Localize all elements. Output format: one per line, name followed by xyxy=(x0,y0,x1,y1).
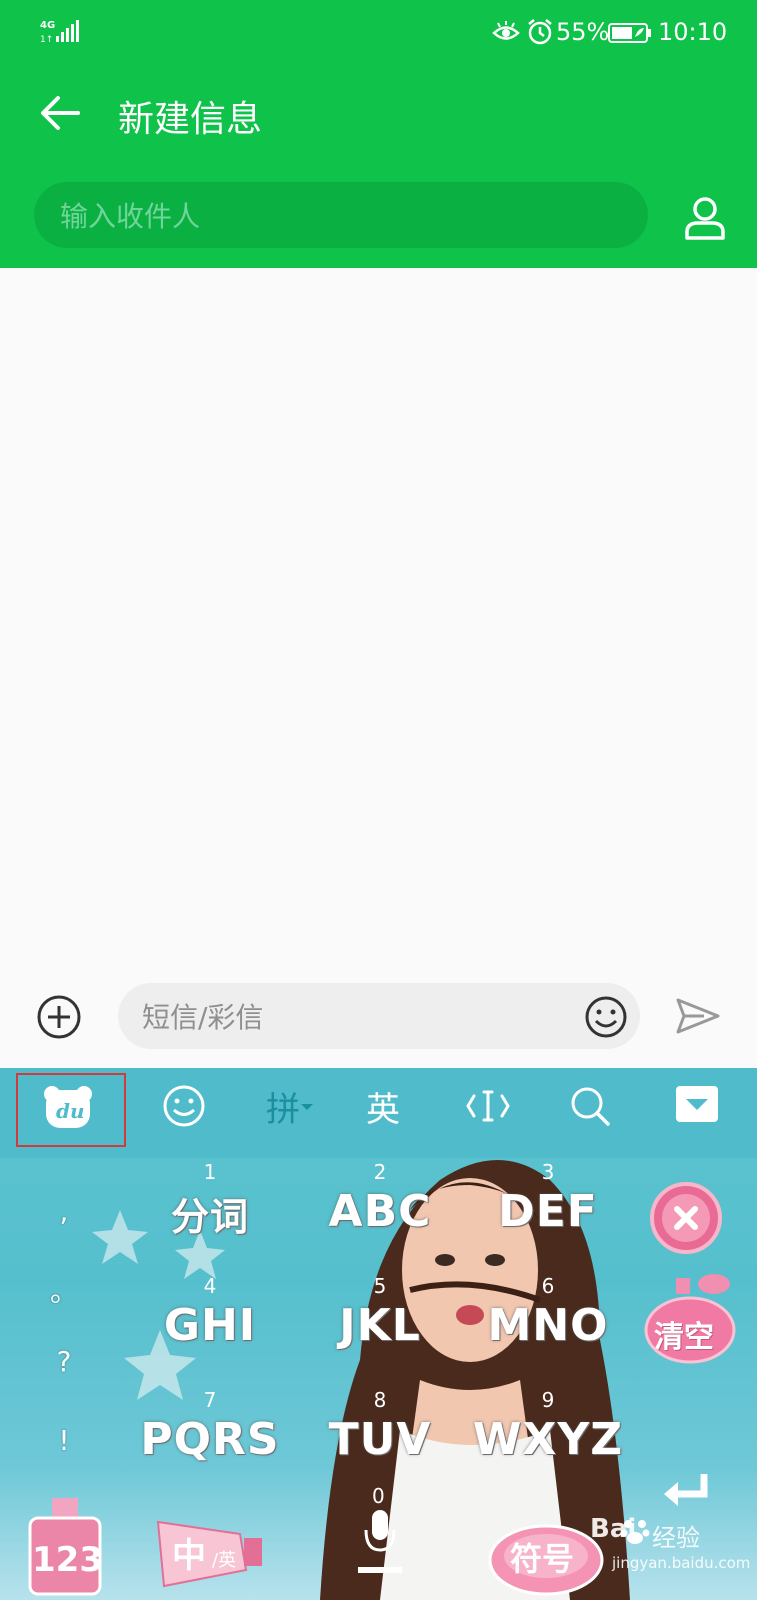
key-label: JKL xyxy=(339,1300,421,1351)
numbers-label: 123 xyxy=(32,1540,103,1580)
punct-question[interactable]: ? xyxy=(44,1345,84,1378)
baidu-watermark: Bai 经验 jingyan.baidu.com xyxy=(590,1510,750,1590)
numbers-key[interactable]: 123 xyxy=(24,1496,106,1596)
key-6[interactable]: 6 MNO xyxy=(478,1274,618,1374)
key-number: 3 xyxy=(541,1160,555,1184)
message-input[interactable]: 短信/彩信 xyxy=(118,983,640,1049)
space-key[interactable]: 0 xyxy=(330,1484,430,1594)
key-4[interactable]: 4 GHI xyxy=(140,1274,280,1374)
key-label: MNO xyxy=(487,1300,609,1351)
emoji-icon[interactable] xyxy=(584,995,628,1039)
english-label: 英 xyxy=(366,1090,400,1130)
key-label: GHI xyxy=(163,1300,257,1351)
key-number: 2 xyxy=(373,1160,387,1184)
key-number: 8 xyxy=(373,1388,387,1412)
punct-comma[interactable]: , xyxy=(44,1195,84,1228)
recipient-placeholder: 输入收件人 xyxy=(60,200,201,233)
watermark-brand: Bai xyxy=(590,1514,637,1544)
status-bar: 4G 1↑ 55% 10:10 xyxy=(0,0,757,64)
contact-icon[interactable] xyxy=(684,196,726,240)
delete-button[interactable] xyxy=(648,1180,724,1256)
pinyin-label: 拼 xyxy=(266,1090,300,1130)
clear-label: 清空 xyxy=(654,1320,714,1355)
emoji-toolbar-icon[interactable] xyxy=(160,1082,208,1130)
page-title: 新建信息 xyxy=(118,99,263,140)
battery-icon xyxy=(608,22,652,44)
pinyin-mode-button[interactable]: 拼 xyxy=(266,1082,314,1131)
back-arrow-icon[interactable] xyxy=(36,88,86,138)
english-mode-button[interactable]: 英 xyxy=(366,1082,400,1131)
key-number: 4 xyxy=(203,1274,217,1298)
key-8[interactable]: 8 TUV xyxy=(310,1388,450,1488)
eye-icon xyxy=(492,20,520,44)
lang-switch-key[interactable]: 中 /英 xyxy=(150,1512,266,1592)
search-icon[interactable] xyxy=(566,1082,614,1130)
key-label: PQRS xyxy=(140,1414,280,1465)
key-5[interactable]: 5 JKL xyxy=(310,1274,450,1374)
signal-icon: 4G 1↑ xyxy=(40,18,82,45)
message-area xyxy=(0,268,757,982)
key-label: ABC xyxy=(328,1186,432,1237)
watermark-url: jingyan.baidu.com xyxy=(612,1554,751,1572)
key-label: WXYZ xyxy=(472,1414,624,1465)
enter-icon[interactable] xyxy=(658,1470,714,1514)
microphone-icon xyxy=(358,1510,402,1573)
key-number: 5 xyxy=(373,1274,387,1298)
key-3[interactable]: 3 DEF xyxy=(478,1160,618,1260)
key-2[interactable]: 2 ABC xyxy=(310,1160,450,1260)
watermark-brand2: 经验 xyxy=(652,1524,700,1552)
key-number: 6 xyxy=(541,1274,555,1298)
tube-icon xyxy=(156,1520,262,1588)
punct-exclaim[interactable]: ! xyxy=(44,1424,84,1457)
clock: 10:10 xyxy=(658,18,728,46)
key-number: 9 xyxy=(541,1388,555,1412)
dropdown-icon xyxy=(301,1103,313,1110)
clear-button[interactable]: 清空 xyxy=(640,1270,740,1366)
alarm-icon xyxy=(526,18,554,46)
battery-percent: 55% xyxy=(556,18,610,46)
add-attachment-icon[interactable] xyxy=(36,994,82,1040)
zero-label: 0 xyxy=(372,1484,385,1508)
hide-keyboard-icon[interactable] xyxy=(674,1084,720,1124)
lang-sub-label: /英 xyxy=(212,1550,237,1571)
key-number: 7 xyxy=(203,1388,217,1412)
key-label: TUV xyxy=(328,1414,432,1465)
svg-text:4G: 4G xyxy=(40,20,55,31)
key-label: DEF xyxy=(498,1186,598,1237)
punct-period[interactable]: 。 xyxy=(44,1270,84,1310)
key-number: 1 xyxy=(203,1160,217,1184)
key-7[interactable]: 7 PQRS xyxy=(130,1388,290,1488)
svg-text:1↑: 1↑ xyxy=(40,35,53,44)
cursor-icon[interactable] xyxy=(464,1082,512,1130)
send-icon[interactable] xyxy=(674,996,722,1036)
key-1[interactable]: 1 分词 xyxy=(140,1160,280,1260)
message-placeholder: 短信/彩信 xyxy=(142,1001,264,1034)
highlight-box xyxy=(16,1073,126,1147)
symbols-label: 符号 xyxy=(510,1540,575,1578)
recipient-input[interactable]: 输入收件人 xyxy=(34,182,648,248)
key-9[interactable]: 9 WXYZ xyxy=(462,1388,634,1488)
key-label: 分词 xyxy=(170,1195,249,1239)
lang-main-label: 中 xyxy=(172,1536,206,1576)
symbols-key[interactable]: 符号 xyxy=(486,1518,606,1596)
